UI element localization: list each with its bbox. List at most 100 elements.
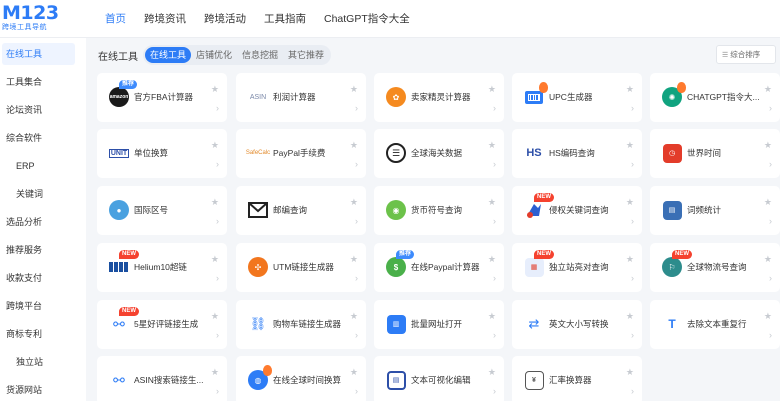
tool-card[interactable]: NEW 侵权关键词查询 ★ ›	[512, 186, 642, 235]
sidebar-item-payments[interactable]: 收款支付	[2, 267, 75, 289]
tool-card-label: 文本可视化编辑	[411, 375, 471, 385]
favorite-star-icon[interactable]: ★	[350, 197, 358, 208]
tool-card[interactable]: ASIN 利润计算器 ★ ›	[236, 73, 366, 122]
tool-card[interactable]: T 去除文本重复行 ★ ›	[650, 300, 780, 349]
favorite-star-icon[interactable]: ★	[211, 140, 219, 151]
top-bar: M123 跨境工具导航 首页 跨境资讯 跨境活动 工具指南 ChatGPT指令大…	[0, 0, 780, 38]
favorite-star-icon[interactable]: ★	[211, 84, 219, 95]
tool-card[interactable]: ⚯ ASIN搜索链接生... ★ ›	[97, 356, 227, 401]
favorite-star-icon[interactable]: ★	[764, 84, 772, 95]
tool-card[interactable]: ✺ CHATGPT指令大... ★ ›	[650, 73, 780, 122]
new-badge: NEW	[534, 250, 554, 259]
tool-card[interactable]: ▤ 文本可视化编辑 ★ ›	[374, 356, 504, 401]
tool-card[interactable]: ☰ 全球海关数据 ★ ›	[374, 129, 504, 178]
tool-card-label: 词频统计	[687, 205, 722, 215]
tool-card[interactable]: SafeCalc PayPal手续费 ★ ›	[236, 129, 366, 178]
tool-card[interactable]: amazon 推荐 官方FBA计算器 ★ ›	[97, 73, 227, 122]
favorite-star-icon[interactable]: ★	[764, 254, 772, 265]
favorite-star-icon[interactable]: ★	[211, 367, 219, 378]
tool-card[interactable]: HS HS编码查询 ★ ›	[512, 129, 642, 178]
favorite-star-icon[interactable]: ★	[626, 197, 634, 208]
tool-card[interactable]: ⛓ 购物车链接生成器 ★ ›	[236, 300, 366, 349]
tab-other[interactable]: 其它推荐	[283, 47, 329, 63]
sidebar-item-software[interactable]: 综合软件	[2, 127, 75, 149]
tool-card[interactable]: ⇄ 英文大小写转换 ★ ›	[512, 300, 642, 349]
chevron-right-icon: ›	[631, 216, 634, 226]
tool-card[interactable]: ◉ 货币符号查询 ★ ›	[374, 186, 504, 235]
tool-card[interactable]: NEW Helium10超链 ★ ›	[97, 243, 227, 292]
favorite-star-icon[interactable]: ★	[764, 311, 772, 322]
tool-card-label: 全球海关数据	[411, 148, 463, 158]
favorite-star-icon[interactable]: ★	[488, 311, 496, 322]
favorite-star-icon[interactable]: ★	[488, 367, 496, 378]
tool-card[interactable]: UPC生成器 ★ ›	[512, 73, 642, 122]
site-logo[interactable]: M123 跨境工具导航	[2, 3, 62, 35]
tool-card[interactable]: ◍ 在线全球时间换算 ★ ›	[236, 356, 366, 401]
tool-card[interactable]: ⚯ NEW 5星好评链接生成 ★ ›	[97, 300, 227, 349]
exchange-icon: ¥	[523, 369, 545, 391]
sidebar-item-services[interactable]: 推荐服务	[2, 239, 75, 261]
sidebar-item-keywords[interactable]: 关键词	[2, 183, 75, 205]
favorite-star-icon[interactable]: ★	[626, 311, 634, 322]
favorite-star-icon[interactable]: ★	[626, 254, 634, 265]
favorite-star-icon[interactable]: ★	[211, 197, 219, 208]
favorite-star-icon[interactable]: ★	[764, 140, 772, 151]
chevron-right-icon: ›	[493, 273, 496, 283]
favorite-star-icon[interactable]: ★	[350, 254, 358, 265]
tool-card[interactable]: ✣ UTM链接生成器 ★ ›	[236, 243, 366, 292]
tool-card-label: Helium10超链	[134, 262, 187, 272]
sidebar-item-erp[interactable]: ERP	[2, 155, 75, 177]
tool-card[interactable]: ⚐ NEW 全球物流号查询 ★ ›	[650, 243, 780, 292]
asin-icon: ASIN	[249, 93, 267, 101]
tool-card[interactable]: UNIT 单位换算 ★ ›	[97, 129, 227, 178]
favorite-star-icon[interactable]: ★	[350, 367, 358, 378]
tool-card[interactable]: $ 推荐 在线Paypal计算器 ★ ›	[374, 243, 504, 292]
favorite-star-icon[interactable]: ★	[488, 84, 496, 95]
tool-card[interactable]: ● 国际区号 ★ ›	[97, 186, 227, 235]
sidebar-item-sourcing[interactable]: 货源网站	[2, 379, 75, 401]
nav-events[interactable]: 跨境活动	[195, 0, 255, 38]
tool-card[interactable]: ▤ 词频统计 ★ ›	[650, 186, 780, 235]
sidebar-item-trademark[interactable]: 商标专利	[2, 323, 75, 345]
favorite-star-icon[interactable]: ★	[211, 254, 219, 265]
sidebar-item-forum[interactable]: 论坛资讯	[2, 99, 75, 121]
nav-chatgpt[interactable]: ChatGPT指令大全	[315, 0, 419, 38]
favorite-star-icon[interactable]: ★	[626, 84, 634, 95]
store-icon: ▦	[523, 256, 545, 278]
chevron-right-icon: ›	[355, 159, 358, 169]
favorite-star-icon[interactable]: ★	[626, 367, 634, 378]
tool-card[interactable]: ▦ NEW 独立站亮对查询 ★ ›	[512, 243, 642, 292]
tool-card[interactable]: ◷ 世界时间 ★ ›	[650, 129, 780, 178]
tool-card[interactable]: ▥ 批量网址打开 ★ ›	[374, 300, 504, 349]
tool-card-label: 侵权关键词查询	[549, 205, 609, 215]
sort-dropdown[interactable]: ☰ 综合排序	[716, 45, 776, 64]
nav-home[interactable]: 首页	[96, 0, 135, 38]
tab-store-optimization[interactable]: 店铺优化	[191, 47, 237, 63]
favorite-star-icon[interactable]: ★	[350, 311, 358, 322]
tab-info-mining[interactable]: 信息挖掘	[237, 47, 283, 63]
tool-card-label: 卖家精灵计算器	[411, 92, 471, 102]
favorite-star-icon[interactable]: ★	[626, 140, 634, 151]
sidebar-item-tool-collection[interactable]: 工具集合	[2, 71, 75, 93]
tool-card[interactable]: ✿ 卖家精灵计算器 ★ ›	[374, 73, 504, 122]
nav-guide[interactable]: 工具指南	[255, 0, 315, 38]
link-icon: ⚯	[113, 315, 125, 332]
favorite-star-icon[interactable]: ★	[350, 84, 358, 95]
favorite-star-icon[interactable]: ★	[488, 197, 496, 208]
globe-icon: ●	[108, 199, 130, 221]
sidebar-item-platforms[interactable]: 跨境平台	[2, 295, 75, 317]
favorite-star-icon[interactable]: ★	[488, 140, 496, 151]
sidebar-item-independent-store[interactable]: 独立站	[2, 351, 75, 373]
tool-card[interactable]: 邮编查询 ★ ›	[236, 186, 366, 235]
tab-online-tools[interactable]: 在线工具	[145, 47, 192, 63]
nav-news[interactable]: 跨境资讯	[135, 0, 195, 38]
sidebar-item-online-tools[interactable]: 在线工具	[2, 43, 75, 65]
favorite-star-icon[interactable]: ★	[350, 140, 358, 151]
favorite-star-icon[interactable]: ★	[488, 254, 496, 265]
sidebar-item-product-research[interactable]: 选品分析	[2, 211, 75, 233]
favorite-star-icon[interactable]: ★	[764, 197, 772, 208]
chevron-right-icon: ›	[631, 159, 634, 169]
customs-icon: ☰	[385, 142, 407, 164]
favorite-star-icon[interactable]: ★	[211, 311, 219, 322]
tool-card[interactable]: ¥ 汇率换算器 ★ ›	[512, 356, 642, 401]
